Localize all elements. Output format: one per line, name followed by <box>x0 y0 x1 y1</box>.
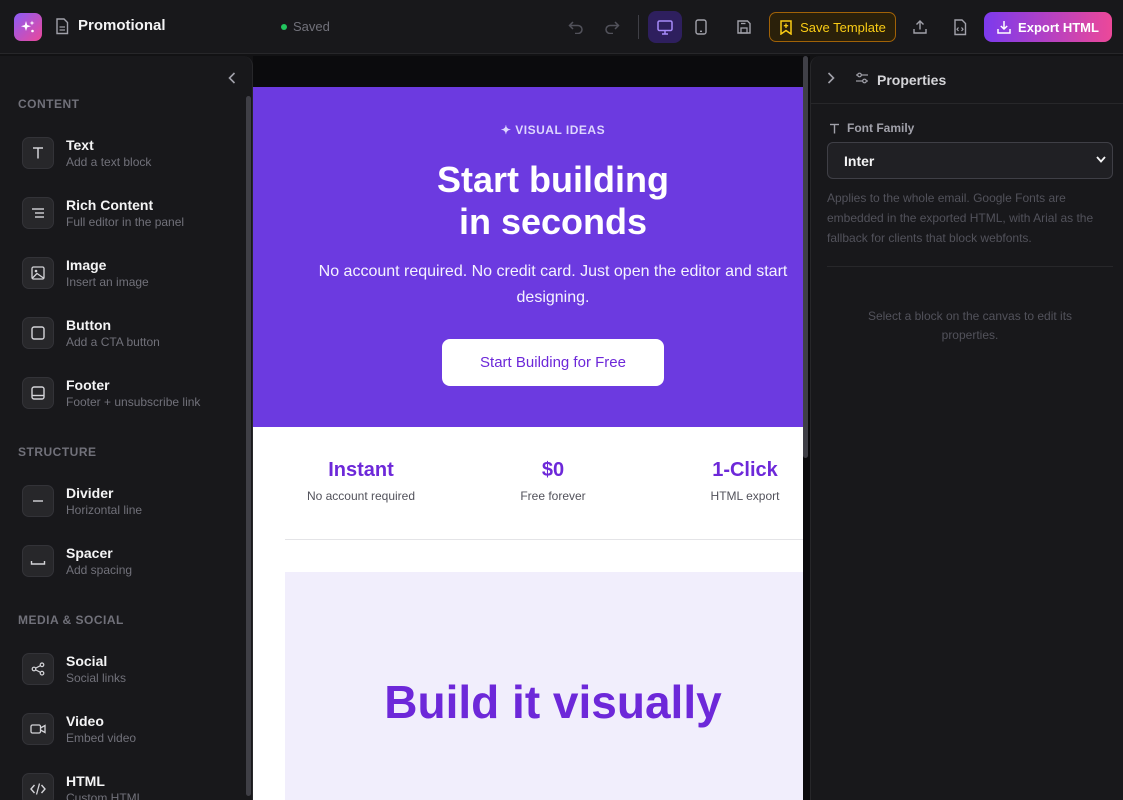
block-social[interactable]: Social Social links <box>22 653 237 701</box>
document-title[interactable]: Promotional <box>78 17 166 34</box>
share-icon <box>22 653 54 685</box>
properties-header: Properties <box>811 56 1123 104</box>
hero-cta-button[interactable]: Start Building for Free <box>442 339 664 386</box>
section-title-media-social: MEDIA & SOCIAL <box>18 613 124 627</box>
top-toolbar: Promotional Saved Save Template Export H… <box>0 0 1123 54</box>
square-icon <box>22 317 54 349</box>
collapse-sidebar-button[interactable] <box>222 68 242 88</box>
block-video[interactable]: Video Embed video <box>22 713 237 761</box>
saved-dot-icon <box>281 23 287 30</box>
sparkle-logo-icon[interactable] <box>14 13 42 41</box>
list-icon <box>22 197 54 229</box>
mobile-view-button[interactable] <box>686 11 716 43</box>
hero-title: Start building in seconds <box>437 159 669 242</box>
html-file-button[interactable] <box>945 13 975 41</box>
hero-subtitle: No account required. No credit card. Jus… <box>318 263 788 306</box>
redo-button[interactable] <box>597 13 627 41</box>
block-button[interactable]: Button Add a CTA button <box>22 317 237 365</box>
sliders-icon <box>855 71 869 90</box>
properties-divider <box>827 266 1113 267</box>
image-icon <box>22 257 54 289</box>
video-icon <box>22 713 54 745</box>
chevron-right-icon[interactable] <box>827 71 835 89</box>
properties-empty-state: Select a block on the canvas to edit its… <box>867 309 1073 342</box>
minus-icon <box>22 485 54 517</box>
block-divider[interactable]: Divider Horizontal line <box>22 485 237 533</box>
export-html-button[interactable]: Export HTML <box>984 12 1112 42</box>
desktop-view-button[interactable] <box>648 11 682 43</box>
chevron-down-icon <box>1096 156 1106 163</box>
text-t-icon <box>22 137 54 169</box>
save-status: Saved <box>281 19 330 34</box>
undo-button[interactable] <box>561 13 591 41</box>
build-title: Build it visually <box>384 676 722 728</box>
document-icon <box>55 18 69 40</box>
block-rich-content[interactable]: Rich Content Full editor in the panel <box>22 197 237 245</box>
font-family-help: Applies to the whole email. Google Fonts… <box>827 191 1094 245</box>
block-html[interactable]: HTML Custom HTML <box>22 773 237 800</box>
properties-title: Properties <box>877 72 947 88</box>
bookmark-icon <box>780 19 792 35</box>
stat-instant: Instant No account required <box>306 459 416 503</box>
font-family-label: Font Family <box>829 121 914 135</box>
section-title-content: CONTENT <box>18 97 80 111</box>
blocks-sidebar: CONTENT Text Add a text block Rich Conte… <box>0 56 253 800</box>
email-divider <box>285 539 803 540</box>
canvas-scrollbar[interactable] <box>803 56 808 458</box>
save-button[interactable] <box>729 13 759 41</box>
text-t-icon <box>830 123 839 133</box>
stat-export: 1-Click HTML export <box>710 459 780 503</box>
block-text[interactable]: Text Add a text block <box>22 137 237 185</box>
email-preview[interactable]: ✦ VISUAL IDEAS Start building in seconds… <box>253 87 803 800</box>
footer-icon <box>22 377 54 409</box>
build-visually-section[interactable]: Build it visually <box>285 572 803 800</box>
block-spacer[interactable]: Spacer Add spacing <box>22 545 237 593</box>
stat-price: $0 Free forever <box>520 459 586 503</box>
hero-eyebrow: ✦ VISUAL IDEAS <box>500 123 606 137</box>
spacer-icon <box>22 545 54 577</box>
properties-panel: Properties Font Family Inter Applies to … <box>810 56 1123 800</box>
section-title-structure: STRUCTURE <box>18 445 97 459</box>
download-icon <box>997 21 1011 34</box>
toolbar-separator <box>638 15 639 39</box>
save-template-button[interactable]: Save Template <box>769 12 896 42</box>
upload-button[interactable] <box>905 13 935 41</box>
font-family-select[interactable]: Inter <box>827 142 1113 179</box>
block-image[interactable]: Image Insert an image <box>22 257 237 305</box>
sidebar-scrollbar[interactable] <box>246 96 251 796</box>
hero-section[interactable]: ✦ VISUAL IDEAS Start building in seconds… <box>253 87 803 427</box>
block-footer[interactable]: Footer Footer + unsubscribe link <box>22 377 237 425</box>
code-icon <box>22 773 54 800</box>
